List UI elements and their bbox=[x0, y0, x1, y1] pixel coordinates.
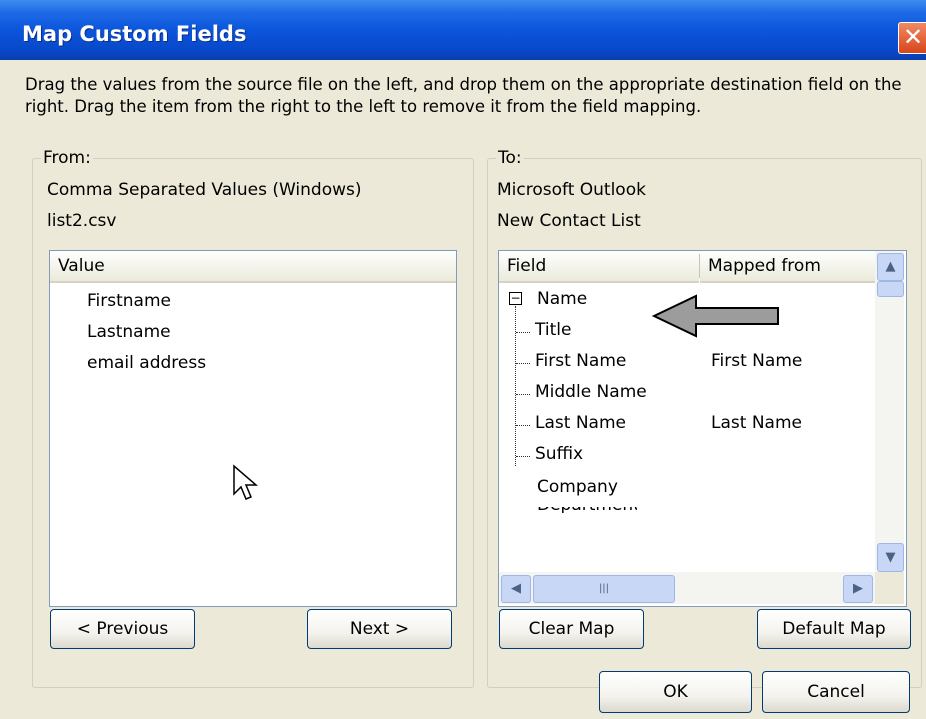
arrow-left-icon bbox=[652, 294, 779, 338]
scrollbar-thumb[interactable] bbox=[877, 281, 904, 297]
tree-item-first-name[interactable]: First Name bbox=[535, 351, 626, 371]
from-legend: From: bbox=[43, 148, 91, 168]
scrollbar-thumb[interactable]: ||| bbox=[533, 575, 675, 603]
window-title: Map Custom Fields bbox=[22, 22, 247, 46]
vertical-scrollbar[interactable]: ▲ ▼ bbox=[875, 251, 904, 572]
to-legend: To: bbox=[498, 148, 522, 168]
collapse-icon[interactable]: − bbox=[509, 292, 522, 305]
field-column-header[interactable]: Field bbox=[499, 251, 699, 283]
tree-item-partial: Department bbox=[537, 507, 637, 513]
destination-app: Microsoft Outlook bbox=[497, 180, 646, 200]
scroll-left-icon[interactable]: ◀ bbox=[501, 575, 531, 603]
tree-item-middle-name[interactable]: Middle Name bbox=[535, 382, 647, 402]
close-icon: ✕ bbox=[902, 23, 924, 51]
tree-connector bbox=[515, 306, 516, 466]
destination-list: New Contact List bbox=[497, 211, 641, 231]
tree-item-suffix[interactable]: Suffix bbox=[535, 444, 583, 464]
mapped-last-name: Last Name bbox=[711, 413, 802, 433]
mapped-from-column-label: Mapped from bbox=[708, 256, 821, 276]
tree-item-title[interactable]: Title bbox=[535, 320, 571, 340]
mapped-first-name: First Name bbox=[711, 351, 803, 371]
default-map-button[interactable]: Default Map bbox=[757, 609, 911, 649]
previous-button[interactable]: < Previous bbox=[50, 609, 195, 649]
tree-item-company[interactable]: Company bbox=[537, 477, 618, 497]
dialog-body: Drag the values from the source file on … bbox=[0, 60, 926, 719]
close-button[interactable]: ✕ bbox=[898, 22, 926, 54]
value-column-label: Value bbox=[58, 256, 105, 276]
mapped-from-column-header[interactable]: Mapped from bbox=[700, 251, 875, 283]
source-type: Comma Separated Values (Windows) bbox=[47, 180, 362, 200]
tree-connector bbox=[516, 456, 530, 457]
scroll-down-icon[interactable]: ▼ bbox=[877, 543, 904, 572]
tree-item-name[interactable]: Name bbox=[537, 289, 587, 309]
tree-connector bbox=[516, 394, 530, 395]
scrollbar-corner bbox=[875, 572, 904, 604]
field-column-label: Field bbox=[507, 256, 547, 276]
tree-connector bbox=[516, 425, 530, 426]
clear-map-button[interactable]: Clear Map bbox=[499, 609, 644, 649]
value-column-header[interactable]: Value bbox=[50, 251, 456, 283]
scroll-up-icon[interactable]: ▲ bbox=[877, 253, 904, 281]
cursor-icon bbox=[233, 464, 258, 500]
tree-connector bbox=[516, 332, 530, 333]
tree-item-last-name[interactable]: Last Name bbox=[535, 413, 626, 433]
list-item[interactable]: Firstname bbox=[87, 291, 171, 311]
tree-connector bbox=[516, 363, 530, 364]
source-file-name: list2.csv bbox=[47, 211, 117, 231]
list-item[interactable]: email address bbox=[87, 353, 206, 373]
list-item[interactable]: Lastname bbox=[87, 322, 171, 342]
title-bar[interactable]: Map Custom Fields ✕ bbox=[0, 0, 926, 60]
cancel-button[interactable]: Cancel bbox=[762, 671, 910, 713]
value-list[interactable]: Value Firstname Lastname email address bbox=[49, 250, 457, 607]
ok-button[interactable]: OK bbox=[599, 671, 752, 713]
scroll-right-icon[interactable]: ▶ bbox=[843, 575, 873, 603]
horizontal-scrollbar[interactable]: ◀ ||| ▶ bbox=[499, 572, 875, 604]
instructions-text: Drag the values from the source file on … bbox=[25, 75, 902, 116]
next-button[interactable]: Next > bbox=[307, 609, 452, 649]
